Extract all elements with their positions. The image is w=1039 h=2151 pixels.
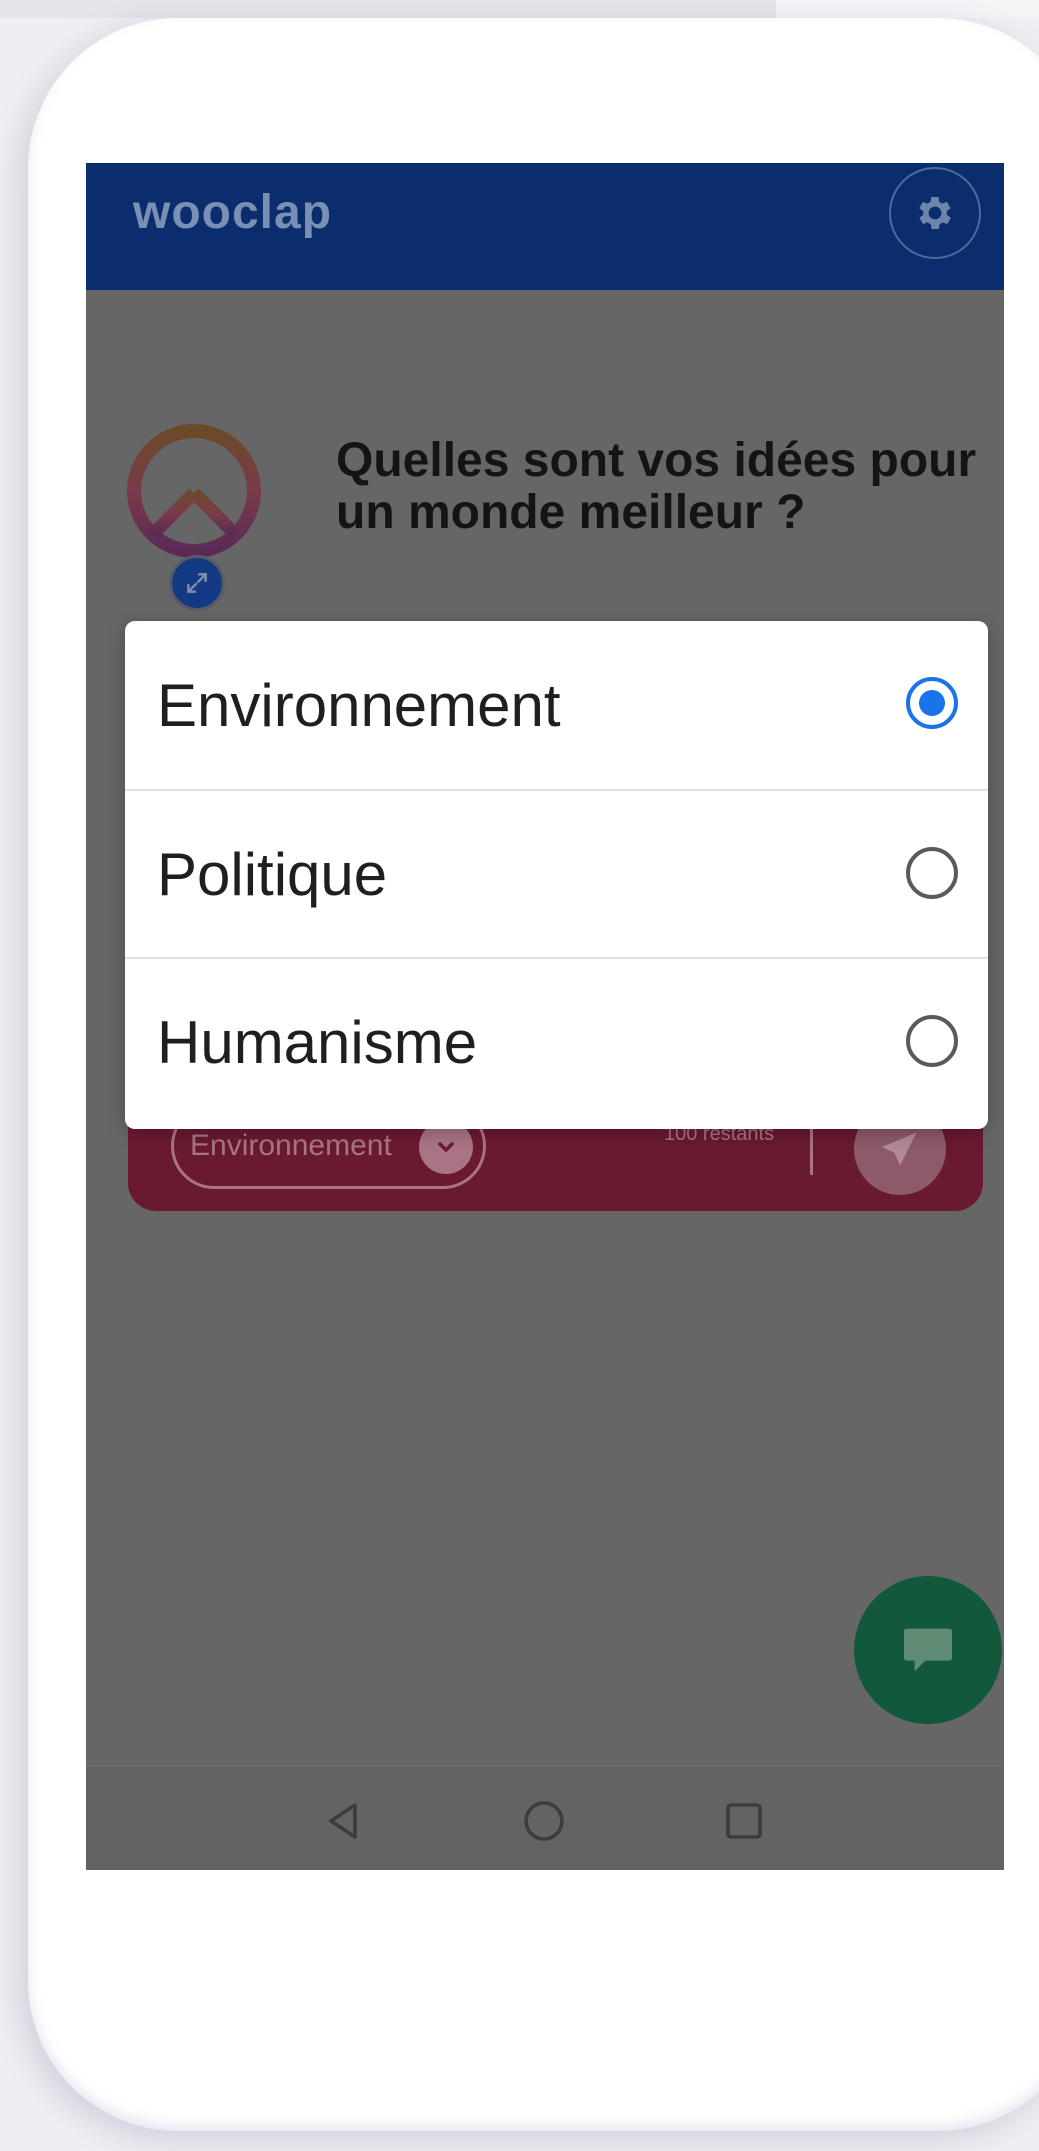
recents-square-icon — [726, 1803, 762, 1839]
chat-button[interactable] — [854, 1576, 1002, 1724]
back-triangle-icon — [329, 1803, 357, 1839]
home-circle-icon — [524, 1801, 564, 1841]
expand-image-button[interactable] — [169, 555, 225, 611]
radio-unchecked-icon[interactable] — [906, 1015, 958, 1067]
option-label: Politique — [157, 840, 388, 908]
expand-icon — [187, 573, 207, 593]
brand-logo: wooclap — [133, 186, 333, 239]
peace-symbol-image — [124, 421, 264, 561]
settings-button[interactable] — [889, 167, 981, 259]
home-button[interactable] — [516, 1793, 572, 1849]
radio-checked-icon[interactable] — [906, 677, 958, 729]
top-band-right — [776, 0, 1039, 18]
option-humanisme[interactable]: Humanisme — [125, 957, 988, 1125]
option-environnement[interactable]: Environnement — [125, 621, 988, 789]
system-nav-bar — [86, 1765, 1004, 1870]
radio-unchecked-icon[interactable] — [906, 847, 958, 899]
back-button[interactable] — [315, 1793, 371, 1849]
option-label: Humanisme — [157, 1008, 478, 1076]
peace-icon — [127, 424, 261, 558]
gear-icon — [919, 197, 951, 229]
chat-bubble-icon — [904, 1628, 952, 1672]
question-title: Quelles sont vos idées pour un monde mei… — [336, 434, 977, 539]
send-icon — [881, 1132, 917, 1166]
app-header: wooclap — [86, 163, 1004, 290]
recents-button[interactable] — [716, 1793, 772, 1849]
option-label: Environnement — [157, 671, 561, 739]
category-select-value: Environnement — [190, 1129, 392, 1162]
top-band — [0, 0, 776, 18]
option-politique[interactable]: Politique — [125, 789, 988, 957]
category-picker-dialog: Environnement Politique Humanisme — [125, 621, 988, 1129]
